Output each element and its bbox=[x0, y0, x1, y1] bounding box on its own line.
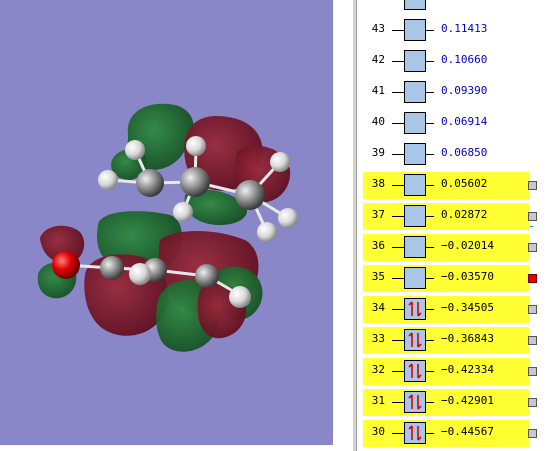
spin-pair-icon bbox=[408, 394, 422, 410]
orbital-number: 33 bbox=[371, 332, 385, 345]
spin-pair-icon bbox=[408, 301, 422, 317]
orbital-energy: −0.42901 bbox=[441, 394, 494, 407]
orbital-checkbox[interactable] bbox=[528, 336, 537, 345]
molecule-render[interactable] bbox=[0, 0, 333, 445]
orbital-energy: −0.44567 bbox=[441, 425, 494, 438]
orbital-lobes-upper bbox=[111, 103, 291, 225]
spin-pair-icon bbox=[408, 332, 422, 348]
occupied-level-box[interactable] bbox=[404, 422, 426, 444]
occupied-level-box[interactable] bbox=[404, 391, 426, 413]
orbital-row-31[interactable]: 31 −0.42901 bbox=[357, 389, 537, 416]
orbital-row-37[interactable]: 37 0.02872 bbox=[357, 203, 537, 230]
viewer-bottom-border bbox=[0, 445, 333, 451]
orbital-checkbox[interactable] bbox=[528, 398, 537, 407]
orbital-energy: −0.34505 bbox=[441, 301, 494, 314]
orbital-row-32[interactable]: 32 −0.42334 bbox=[357, 358, 537, 385]
selected-orbital-checkbox[interactable] bbox=[528, 274, 537, 283]
orbital-energy: 0.06914 bbox=[441, 115, 488, 128]
virtual-level-box[interactable] bbox=[404, 143, 426, 165]
level-box bbox=[404, 0, 426, 10]
orbital-row-34[interactable]: 34 −0.34505 bbox=[357, 296, 537, 323]
orbital-number: 38 bbox=[371, 177, 385, 190]
virtual-level-box[interactable] bbox=[404, 205, 426, 227]
orbital-row-43[interactable]: 43 0.11413 bbox=[357, 17, 535, 44]
orbital-number: 42 bbox=[371, 53, 385, 66]
orbital-row-38[interactable]: 38 0.05602 bbox=[357, 172, 537, 199]
orbital-row-30[interactable]: 30 −0.44567 bbox=[357, 420, 537, 447]
orbital-row-partial bbox=[357, 0, 535, 13]
virtual-level-box[interactable] bbox=[404, 112, 426, 134]
virtual-level-box[interactable] bbox=[404, 81, 426, 103]
occupied-level-box[interactable] bbox=[404, 360, 426, 382]
orbital-checkbox[interactable] bbox=[528, 243, 537, 252]
orbital-number: 40 bbox=[371, 115, 385, 128]
orbital-row-35[interactable]: 35 −0.03570 bbox=[357, 265, 537, 292]
orbital-energy: −0.03570 bbox=[441, 270, 494, 283]
occupied-level-box[interactable] bbox=[404, 298, 426, 320]
orbital-energy: 0.02872 bbox=[441, 208, 488, 221]
virtual-level-box[interactable] bbox=[404, 174, 426, 196]
orbital-row-40[interactable]: 40 0.06914 bbox=[357, 110, 535, 137]
orbital-number: 36 bbox=[371, 239, 385, 252]
orbital-energy: 0.09390 bbox=[441, 84, 488, 97]
orbital-number: 41 bbox=[371, 84, 385, 97]
orbital-number: 31 bbox=[371, 394, 385, 407]
orbital-row-33[interactable]: 33 −0.36843 bbox=[357, 327, 537, 354]
spin-pair-icon bbox=[408, 425, 422, 441]
orbital-checkbox[interactable] bbox=[528, 212, 537, 221]
orbital-row-41[interactable]: 41 0.09390 bbox=[357, 79, 535, 106]
virtual-level-box[interactable] bbox=[404, 236, 426, 258]
orbital-energy: 0.10660 bbox=[441, 53, 488, 66]
orbital-energy: −0.36843 bbox=[441, 332, 494, 345]
orbital-number: 34 bbox=[371, 301, 385, 314]
orbital-number: 39 bbox=[371, 146, 385, 159]
orbital-number: 43 bbox=[371, 22, 385, 35]
orbital-row-42[interactable]: 42 0.10660 bbox=[357, 48, 535, 75]
virtual-level-box[interactable] bbox=[404, 19, 426, 41]
orbital-energy: −0.02014 bbox=[441, 239, 494, 252]
orbital-energy-diagram[interactable]: 43 0.11413 42 0.10660 41 0.09390 40 0.06914 39 0.… bbox=[357, 0, 549, 451]
spin-pair-icon bbox=[408, 363, 422, 379]
orbital-number: 37 bbox=[371, 208, 385, 221]
orbital-energy: 0.05602 bbox=[441, 177, 488, 190]
occupied-level-box[interactable] bbox=[404, 329, 426, 351]
orbital-number: 30 bbox=[371, 425, 385, 438]
orbital-lobes-lower bbox=[37, 211, 263, 352]
panel-gap bbox=[333, 0, 353, 451]
orbital-row-36[interactable]: 36 −0.02014 bbox=[357, 234, 537, 261]
virtual-level-box[interactable] bbox=[404, 267, 426, 289]
orbital-energy: −0.42334 bbox=[441, 363, 494, 376]
orbital-energy: 0.11413 bbox=[441, 22, 488, 35]
orbital-number: 32 bbox=[371, 363, 385, 376]
orbital-row-39[interactable]: 39 0.06850 bbox=[357, 141, 535, 168]
orbital-checkbox[interactable] bbox=[528, 181, 537, 190]
molecular-orbital-viewer[interactable] bbox=[0, 0, 333, 445]
orbital-checkbox[interactable] bbox=[528, 305, 537, 314]
virtual-level-box[interactable] bbox=[404, 50, 426, 72]
orbital-checkbox[interactable] bbox=[528, 429, 537, 438]
orbital-number: 35 bbox=[371, 270, 385, 283]
orbital-energy: 0.06850 bbox=[441, 146, 488, 159]
orbital-checkbox[interactable] bbox=[528, 367, 537, 376]
